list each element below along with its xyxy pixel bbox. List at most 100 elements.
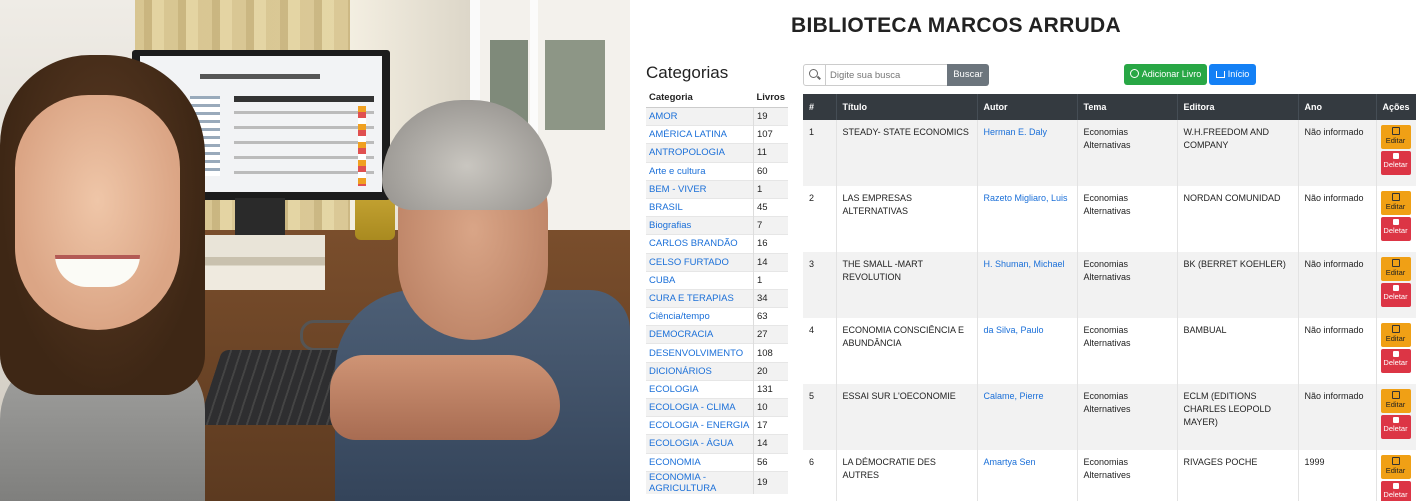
edit-icon bbox=[1391, 391, 1400, 399]
category-count: 45 bbox=[752, 197, 788, 217]
category-link[interactable]: BRASIL bbox=[649, 202, 683, 213]
category-name-cell: ECOLOGIA - CLIMA bbox=[646, 397, 754, 417]
delete-button[interactable]: Deletar bbox=[1380, 217, 1411, 241]
edit-button[interactable]: Editar bbox=[1380, 323, 1411, 347]
category-row: CARLOS BRANDÃO 16 bbox=[646, 234, 788, 253]
delete-label: Deletar bbox=[1383, 160, 1408, 169]
book-number: 5 bbox=[803, 384, 837, 450]
book-publisher: NORDAN COMUNIDAD bbox=[1177, 186, 1299, 252]
category-count: 19 bbox=[752, 470, 788, 494]
category-name-cell: ECOLOGIA - ÁGUA bbox=[646, 434, 754, 454]
book-author-link[interactable]: Herman E. Daly bbox=[977, 120, 1078, 186]
book-theme: Economias Alternativas bbox=[1077, 252, 1178, 318]
category-link[interactable]: ECOLOGIA - ÁGUA bbox=[649, 438, 733, 449]
table-row: 5 ESSAI SUR L'OECONOMIE Calame, Pierre Econ… bbox=[803, 384, 1416, 450]
edit-label: Editar bbox=[1385, 400, 1406, 409]
book-author-link[interactable]: da Silva, Paulo bbox=[977, 318, 1078, 384]
trash-icon bbox=[1392, 351, 1399, 357]
category-name-cell: CELSO FURTADO bbox=[646, 252, 754, 272]
category-link[interactable]: ECOLOGIA - CLIMA bbox=[649, 402, 736, 413]
book-author-link[interactable]: Amartya Sen bbox=[977, 450, 1078, 501]
column-header-year: Ano bbox=[1298, 94, 1377, 120]
home-label: Início bbox=[1227, 69, 1250, 79]
category-link[interactable]: ECOLOGIA - ENERGIA bbox=[649, 420, 749, 431]
category-count: 19 bbox=[752, 106, 788, 126]
category-link[interactable]: AMOR bbox=[649, 111, 678, 122]
category-count: 20 bbox=[752, 361, 788, 381]
category-link[interactable]: Ciência/tempo bbox=[649, 311, 710, 322]
home-button[interactable]: Início bbox=[1209, 64, 1256, 85]
search-button[interactable]: Buscar bbox=[947, 64, 989, 86]
category-row: DICIONÁRIOS 20 bbox=[646, 361, 788, 381]
category-row: ECONOMIA 56 bbox=[646, 452, 788, 472]
trash-icon bbox=[1392, 483, 1399, 489]
trash-icon bbox=[1392, 153, 1399, 159]
category-link[interactable]: CARLOS BRANDÃO bbox=[649, 238, 738, 249]
category-link[interactable]: ECONOMIA - AGRICULTURA bbox=[649, 472, 716, 494]
delete-button[interactable]: Deletar bbox=[1380, 283, 1411, 307]
category-link[interactable]: ECOLOGIA bbox=[649, 384, 699, 395]
category-name-cell: BEM - VIVER bbox=[646, 179, 754, 199]
book-theme: Economias Alternatives bbox=[1077, 384, 1178, 450]
category-count: 14 bbox=[752, 252, 788, 272]
add-book-button[interactable]: Adicionar Livro bbox=[1124, 64, 1207, 85]
edit-button[interactable]: Editar bbox=[1380, 125, 1411, 149]
book-actions: Editar Deletar bbox=[1376, 252, 1416, 318]
delete-label: Deletar bbox=[1383, 424, 1408, 433]
category-link[interactable]: CUBA bbox=[649, 275, 675, 286]
category-count: 27 bbox=[752, 325, 788, 344]
category-link[interactable]: DICIONÁRIOS bbox=[649, 366, 712, 377]
book-actions: Editar Deletar bbox=[1376, 384, 1416, 450]
book-year: 1999 bbox=[1298, 450, 1377, 501]
category-row: ECONOMIA - AGRICULTURA 19 bbox=[646, 470, 788, 494]
category-link[interactable]: Arte e cultura bbox=[649, 166, 706, 177]
category-count: 131 bbox=[752, 379, 788, 399]
window-pane bbox=[545, 40, 605, 130]
edit-icon bbox=[1391, 193, 1400, 201]
add-book-label: Adicionar Livro bbox=[1141, 69, 1202, 79]
category-link[interactable]: AMÉRICA LATINA bbox=[649, 129, 727, 140]
category-row: ECOLOGIA 131 bbox=[646, 379, 788, 399]
book-publisher: BK (BERRET KOEHLER) bbox=[1177, 252, 1299, 318]
category-count: 63 bbox=[752, 307, 788, 326]
delete-button[interactable]: Deletar bbox=[1380, 349, 1411, 373]
category-link[interactable]: ECONOMIA bbox=[649, 457, 701, 468]
column-header-number: # bbox=[803, 94, 837, 120]
categories-heading: Categorias bbox=[646, 63, 729, 82]
monitor-stand bbox=[235, 198, 285, 238]
category-row: Ciência/tempo 63 bbox=[646, 307, 788, 326]
category-link[interactable]: CURA E TERAPIAS bbox=[649, 293, 734, 304]
delete-button[interactable]: Deletar bbox=[1380, 481, 1411, 501]
category-link[interactable]: DEMOCRACIA bbox=[649, 329, 713, 340]
book-author-link[interactable]: Razeto Migliaro, Luis bbox=[977, 186, 1078, 252]
selfie-photo bbox=[0, 0, 630, 501]
book-publisher: RIVAGES POCHE bbox=[1177, 450, 1299, 501]
category-row: ECOLOGIA - ÁGUA 14 bbox=[646, 434, 788, 454]
edit-button[interactable]: Editar bbox=[1380, 389, 1411, 413]
edit-button[interactable]: Editar bbox=[1380, 455, 1411, 479]
edit-button[interactable]: Editar bbox=[1380, 257, 1411, 281]
book-author-link[interactable]: Calame, Pierre bbox=[977, 384, 1078, 450]
category-link[interactable]: DESENVOLVIMENTO bbox=[649, 348, 743, 359]
category-count: 7 bbox=[752, 216, 788, 235]
category-link[interactable]: Biografias bbox=[649, 220, 691, 231]
edit-icon bbox=[1391, 259, 1400, 267]
category-row: BRASIL 45 bbox=[646, 197, 788, 217]
category-row: DESENVOLVIMENTO 108 bbox=[646, 343, 788, 363]
category-link[interactable]: BEM - VIVER bbox=[649, 184, 707, 195]
table-row: 1 STEADY- STATE ECONOMICS Herman E. Daly Ec… bbox=[803, 120, 1416, 186]
delete-button[interactable]: Deletar bbox=[1380, 151, 1411, 175]
category-name-cell: DESENVOLVIMENTO bbox=[646, 343, 754, 363]
category-count: 108 bbox=[752, 343, 788, 363]
edit-button[interactable]: Editar bbox=[1380, 191, 1411, 215]
book-year: Não informado bbox=[1298, 252, 1377, 318]
book-title: ECONOMIA CONSCIÊNCIA E ABUNDÂNCIA bbox=[836, 318, 978, 384]
delete-button[interactable]: Deletar bbox=[1380, 415, 1411, 439]
category-link[interactable]: CELSO FURTADO bbox=[649, 257, 729, 268]
category-count: 1 bbox=[752, 179, 788, 199]
search-input[interactable] bbox=[828, 66, 947, 84]
book-author-link[interactable]: H. Shuman, Michael bbox=[977, 252, 1078, 318]
category-link[interactable]: ANTROPOLOGIA bbox=[649, 147, 725, 158]
category-count: 107 bbox=[752, 125, 788, 144]
category-name-cell: ECOLOGIA bbox=[646, 379, 754, 399]
